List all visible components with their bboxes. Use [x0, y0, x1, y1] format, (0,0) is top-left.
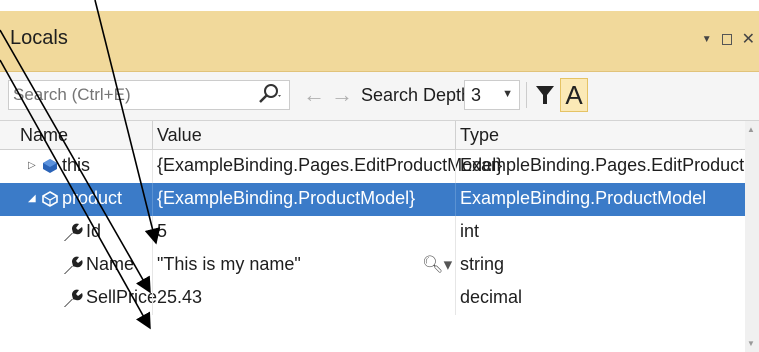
close-icon[interactable]: ✕: [742, 29, 755, 49]
text-visualizer-icon[interactable]: 🔍︎▾: [422, 255, 452, 275]
table-row[interactable]: Name "This is my name" 🔍︎▾ string: [0, 249, 745, 282]
search-depth-label: Search Depth:: [361, 85, 477, 105]
maximize-icon[interactable]: [721, 33, 732, 45]
table-row[interactable]: Id 5 int: [0, 216, 745, 249]
top-strip: [0, 0, 759, 11]
locals-titlebar: Locals ▼ ✕: [0, 11, 759, 72]
cell-divider: [455, 216, 456, 249]
column-divider[interactable]: [455, 121, 456, 149]
locals-toolbar: ← → Search Depth: 3 ▼ A: [0, 72, 759, 121]
column-header-name[interactable]: Name: [20, 125, 68, 146]
filter-icon[interactable]: [533, 82, 557, 108]
wrench-icon: [64, 256, 83, 274]
cell-divider: [152, 249, 153, 282]
cell-divider: [455, 249, 456, 282]
cell-divider: [455, 183, 456, 216]
row-name: Name: [86, 254, 135, 274]
window-controls: ▼ ✕: [702, 29, 755, 49]
font-toggle-button[interactable]: A: [560, 78, 588, 112]
row-name: SellPrice: [86, 287, 158, 307]
search-back-arrow-icon[interactable]: ←: [303, 82, 325, 108]
column-header-type[interactable]: Type: [460, 125, 499, 146]
row-value: "This is my name": [157, 254, 301, 274]
search-forward-arrow-icon[interactable]: →: [331, 82, 353, 108]
row-type: ExampleBinding.Pages.EditProductModel: [460, 155, 759, 175]
table-row[interactable]: SellPrice 25.43 decimal: [0, 282, 745, 315]
cell-divider: [152, 282, 153, 315]
chevron-down-icon: ▼: [502, 88, 513, 100]
search-depth-value: 3: [471, 85, 482, 105]
column-header-row: Name Value Type: [0, 121, 745, 150]
row-name: this: [62, 155, 91, 175]
object-icon: [43, 159, 57, 173]
row-value: 25.43: [157, 287, 203, 307]
dropdown-icon[interactable]: ▼: [702, 34, 712, 45]
collapse-arrow-icon[interactable]: ◢: [28, 193, 36, 204]
cell-divider: [455, 282, 456, 315]
object-icon: [42, 191, 58, 207]
row-type: ExampleBinding.ProductModel: [460, 188, 707, 208]
wrench-icon: [64, 289, 83, 307]
cell-divider: [152, 150, 153, 183]
row-type: string: [460, 254, 505, 274]
column-header-value[interactable]: Value: [157, 125, 202, 146]
search-input[interactable]: [8, 80, 290, 110]
search-icon[interactable]: [256, 82, 284, 108]
toolbar-separator: [526, 82, 527, 108]
column-divider[interactable]: [152, 121, 153, 149]
locals-grid: Name Value Type ▷ this {ExampleBinding.P…: [0, 121, 759, 352]
row-value: {ExampleBinding.Pages.EditProductModel}: [157, 155, 503, 175]
search-depth-dropdown[interactable]: 3 ▼: [464, 80, 520, 110]
cell-divider: [152, 183, 153, 216]
cell-divider: [455, 150, 456, 183]
window-title: Locals: [10, 27, 68, 49]
vertical-scrollbar[interactable]: ▲ ▼: [745, 121, 759, 352]
table-row-selected[interactable]: ◢ product {ExampleBinding.ProductModel} …: [0, 183, 745, 216]
cell-divider: [152, 216, 153, 249]
row-type: int: [460, 221, 480, 241]
row-value: {ExampleBinding.ProductModel}: [157, 188, 416, 208]
row-name: Id: [86, 221, 102, 241]
expand-arrow-icon[interactable]: ▷: [28, 160, 36, 171]
wrench-icon: [64, 223, 83, 241]
row-name: product: [62, 188, 123, 208]
table-row[interactable]: ▷ this {ExampleBinding.Pages.EditProduct…: [0, 150, 759, 183]
scroll-up-icon[interactable]: ▲: [747, 125, 755, 134]
row-value: 5: [157, 221, 168, 241]
row-type: decimal: [460, 287, 523, 307]
scroll-down-icon[interactable]: ▼: [747, 339, 755, 348]
